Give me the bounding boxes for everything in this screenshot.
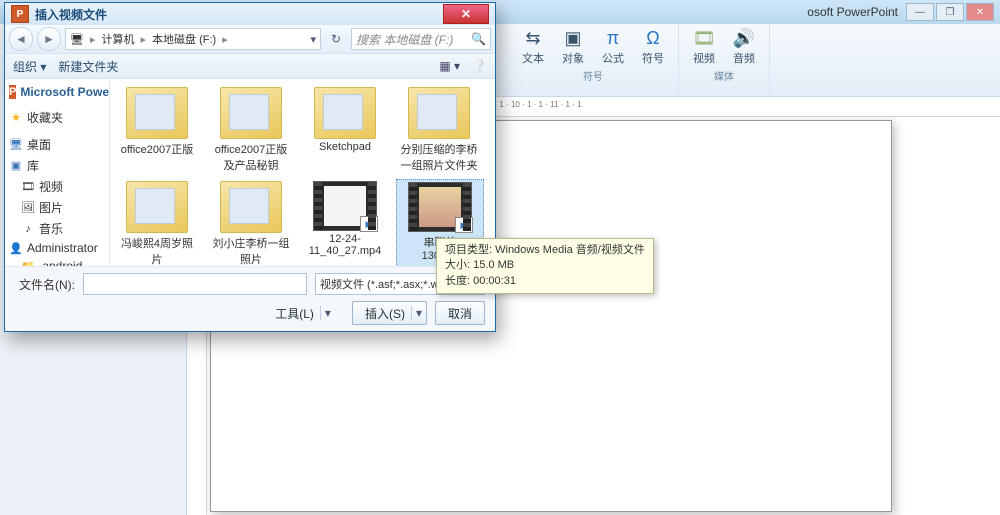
tree-favorites[interactable]: ★收藏夹 <box>7 107 107 128</box>
folder-icon <box>126 181 188 233</box>
nav-forward-button[interactable]: ► <box>37 27 61 51</box>
dialog-footer: 文件名(N): 视频文件 (*.asf;*.asx;*.wpl;*.wr▾ 工具… <box>5 266 495 331</box>
folder-icon <box>126 87 188 139</box>
chevron-down-icon[interactable]: ▾ <box>310 33 316 46</box>
video-folder-icon: 🎞 <box>21 180 35 194</box>
help-icon[interactable]: ❔ <box>472 59 487 73</box>
tools-button[interactable]: 工具(L)▾ <box>262 301 344 325</box>
folder-icon <box>408 87 470 139</box>
folder-icon <box>314 87 376 139</box>
cancel-button[interactable]: 取消 <box>435 301 485 325</box>
nav-tree[interactable]: PMicrosoft PowerP... ★收藏夹 🖥桌面 ▣库 🎞视频 🖼图片… <box>5 79 110 266</box>
new-folder-button[interactable]: 新建文件夹 <box>58 58 118 75</box>
ribbon-symbol-button[interactable]: Ω符号 <box>638 26 668 66</box>
file-item[interactable]: 刘小庄李桥一组照片 <box>208 179 294 266</box>
tree-libraries[interactable]: ▣库 <box>7 155 107 176</box>
play-icon: ▶ <box>455 217 473 233</box>
ribbon-equation-button[interactable]: π公式 <box>598 26 628 66</box>
nav-back-button[interactable]: ◄ <box>9 27 33 51</box>
file-item[interactable]: ▶12-24-11_40_27.mp4 <box>302 179 388 266</box>
filename-label: 文件名(N): <box>15 276 75 293</box>
ribbon-object-button[interactable]: ▣对象 <box>558 26 588 66</box>
folder-icon: 📁 <box>21 259 35 266</box>
video-thumb-icon: ▶ <box>408 182 472 232</box>
view-options-button[interactable]: ▦ ▾ <box>439 59 460 73</box>
ribbon-group-symbols: ⇆文本 ▣对象 π公式 Ω符号 符号 <box>508 24 679 96</box>
star-icon: ★ <box>9 111 23 125</box>
insert-video-dialog: P 插入视频文件 ✕ ◄ ► 🖥▸ 计算机▸ 本地磁盘 (F:)▸ ▾ ↻ 搜索… <box>4 2 496 332</box>
dialog-body: PMicrosoft PowerP... ★收藏夹 🖥桌面 ▣库 🎞视频 🖼图片… <box>5 79 495 266</box>
tree-powerpoint[interactable]: PMicrosoft PowerP... <box>7 83 107 101</box>
ribbon-video-button[interactable]: 🎞视频 <box>689 26 719 66</box>
chevron-down-icon: ▾ <box>320 306 331 320</box>
picture-folder-icon: 🖼 <box>21 201 35 215</box>
tree-pictures[interactable]: 🖼图片 <box>7 197 107 218</box>
breadcrumb-seg[interactable]: 计算机 <box>102 31 135 47</box>
tooltip-size: 大小: 15.0 MB <box>445 258 645 273</box>
pi-icon: π <box>601 26 625 50</box>
powerpoint-app-icon: P <box>11 5 29 23</box>
breadcrumb[interactable]: 🖥▸ 计算机▸ 本地磁盘 (F:)▸ ▾ <box>65 28 321 50</box>
file-item[interactable]: 冯峻熙4周岁照片 <box>114 179 200 266</box>
ribbon-audio-button[interactable]: 🔊音频 <box>729 26 759 66</box>
file-item[interactable]: 分别压缩的李桥一组照片文件夹 <box>396 85 482 175</box>
dialog-titlebar[interactable]: P 插入视频文件 ✕ <box>5 3 495 25</box>
search-input[interactable]: 搜索 本地磁盘 (F:) 🔍 <box>351 28 491 50</box>
ribbon-group-label: 媒体 <box>714 68 734 83</box>
chevron-down-icon: ▾ <box>411 306 422 320</box>
library-icon: ▣ <box>9 159 23 173</box>
omega-icon: Ω <box>641 26 665 50</box>
tree-videos[interactable]: 🎞视频 <box>7 176 107 197</box>
ribbon-group-media: 🎞视频 🔊音频 媒体 <box>679 24 770 96</box>
tooltip-length: 长度: 00:00:31 <box>445 274 645 289</box>
folder-icon <box>220 87 282 139</box>
file-item[interactable]: office2007正版 <box>114 85 200 175</box>
ppt-minimize-button[interactable]: — <box>906 3 934 21</box>
tree-administrator[interactable]: 👤Administrator <box>7 239 107 257</box>
dialog-nav-bar: ◄ ► 🖥▸ 计算机▸ 本地磁盘 (F:)▸ ▾ ↻ 搜索 本地磁盘 (F:) … <box>5 25 495 54</box>
filename-input[interactable] <box>83 273 307 295</box>
text-icon: ⇆ <box>521 26 545 50</box>
insert-button[interactable]: 插入(S)▾ <box>352 301 427 325</box>
ppt-window-controls: — ❐ ✕ <box>906 3 994 21</box>
play-icon: ▶ <box>360 216 378 232</box>
tree-desktop[interactable]: 🖥桌面 <box>7 134 107 155</box>
folder-icon <box>220 181 282 233</box>
search-placeholder: 搜索 本地磁盘 (F:) <box>356 31 453 48</box>
ppt-close-button[interactable]: ✕ <box>966 3 994 21</box>
tree-android[interactable]: 📁.android <box>7 257 107 266</box>
refresh-button[interactable]: ↻ <box>325 32 347 46</box>
search-icon: 🔍 <box>471 32 486 46</box>
ppt-restore-button[interactable]: ❐ <box>936 3 964 21</box>
video-thumb-icon: ▶ <box>313 181 377 231</box>
organize-button[interactable]: 组织 ▾ <box>13 58 46 75</box>
ribbon-group-label: 符号 <box>583 68 603 83</box>
tree-music[interactable]: ♪音乐 <box>7 218 107 239</box>
video-icon: 🎞 <box>692 26 716 50</box>
dialog-title: 插入视频文件 <box>35 6 107 23</box>
computer-icon: 🖥 <box>70 33 84 46</box>
ribbon-text-button[interactable]: ⇆文本 <box>518 26 548 66</box>
desktop-icon: 🖥 <box>9 138 23 152</box>
tooltip-filetype: 项目类型: Windows Media 音频/视频文件 <box>445 243 645 258</box>
music-folder-icon: ♪ <box>21 222 35 236</box>
dialog-close-button[interactable]: ✕ <box>443 4 489 24</box>
file-tooltip: 项目类型: Windows Media 音频/视频文件 大小: 15.0 MB … <box>436 238 654 294</box>
dialog-toolbar: 组织 ▾ 新建文件夹 ▦ ▾ ❔ <box>5 54 495 79</box>
breadcrumb-seg[interactable]: 本地磁盘 (F:) <box>152 31 216 47</box>
object-icon: ▣ <box>561 26 585 50</box>
file-item[interactable]: office2007正版及产品秘钥 <box>208 85 294 175</box>
audio-icon: 🔊 <box>732 26 756 50</box>
user-icon: 👤 <box>9 241 23 255</box>
file-item[interactable]: Sketchpad <box>302 85 388 175</box>
